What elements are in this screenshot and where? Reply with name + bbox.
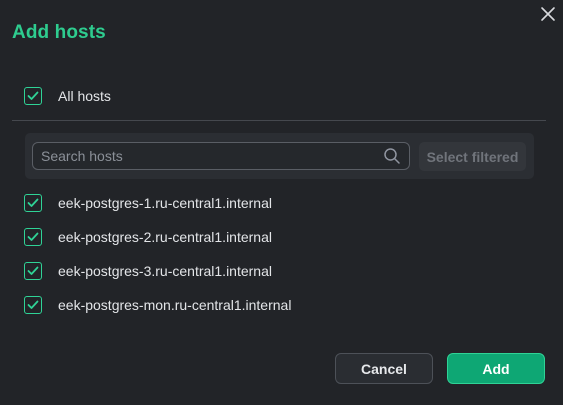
divider	[12, 120, 546, 121]
add-hosts-dialog: Add hosts All hosts Select filtered eek-…	[0, 0, 563, 405]
checkmark-icon	[27, 232, 39, 241]
checkmark-icon	[27, 300, 39, 309]
host-checkbox[interactable]	[24, 262, 42, 280]
host-label: eek-postgres-2.ru-central1.internal	[58, 229, 272, 245]
select-filtered-button[interactable]: Select filtered	[419, 142, 526, 171]
host-label: eek-postgres-3.ru-central1.internal	[58, 263, 272, 279]
cancel-button[interactable]: Cancel	[335, 353, 433, 384]
host-checkbox[interactable]	[24, 296, 42, 314]
host-row[interactable]: eek-postgres-mon.ru-central1.internal	[24, 295, 291, 315]
all-hosts-row[interactable]: All hosts	[24, 86, 111, 106]
search-icon	[384, 148, 400, 164]
host-row[interactable]: eek-postgres-3.ru-central1.internal	[24, 261, 272, 281]
close-button[interactable]	[539, 5, 557, 23]
search-panel: Select filtered	[25, 133, 534, 179]
add-button[interactable]: Add	[447, 353, 545, 384]
host-label: eek-postgres-mon.ru-central1.internal	[58, 297, 292, 313]
host-row[interactable]: eek-postgres-1.ru-central1.internal	[24, 193, 272, 213]
dialog-title: Add hosts	[12, 22, 106, 43]
all-hosts-label: All hosts	[58, 88, 111, 104]
close-icon	[541, 7, 555, 21]
host-row[interactable]: eek-postgres-2.ru-central1.internal	[24, 227, 272, 247]
checkmark-icon	[27, 91, 39, 100]
host-checkbox[interactable]	[24, 194, 42, 212]
checkmark-icon	[27, 266, 39, 275]
checkmark-icon	[27, 198, 39, 207]
search-input[interactable]	[33, 143, 383, 169]
all-hosts-checkbox[interactable]	[24, 87, 42, 105]
search-box[interactable]	[32, 142, 410, 170]
host-label: eek-postgres-1.ru-central1.internal	[58, 195, 272, 211]
host-checkbox[interactable]	[24, 228, 42, 246]
